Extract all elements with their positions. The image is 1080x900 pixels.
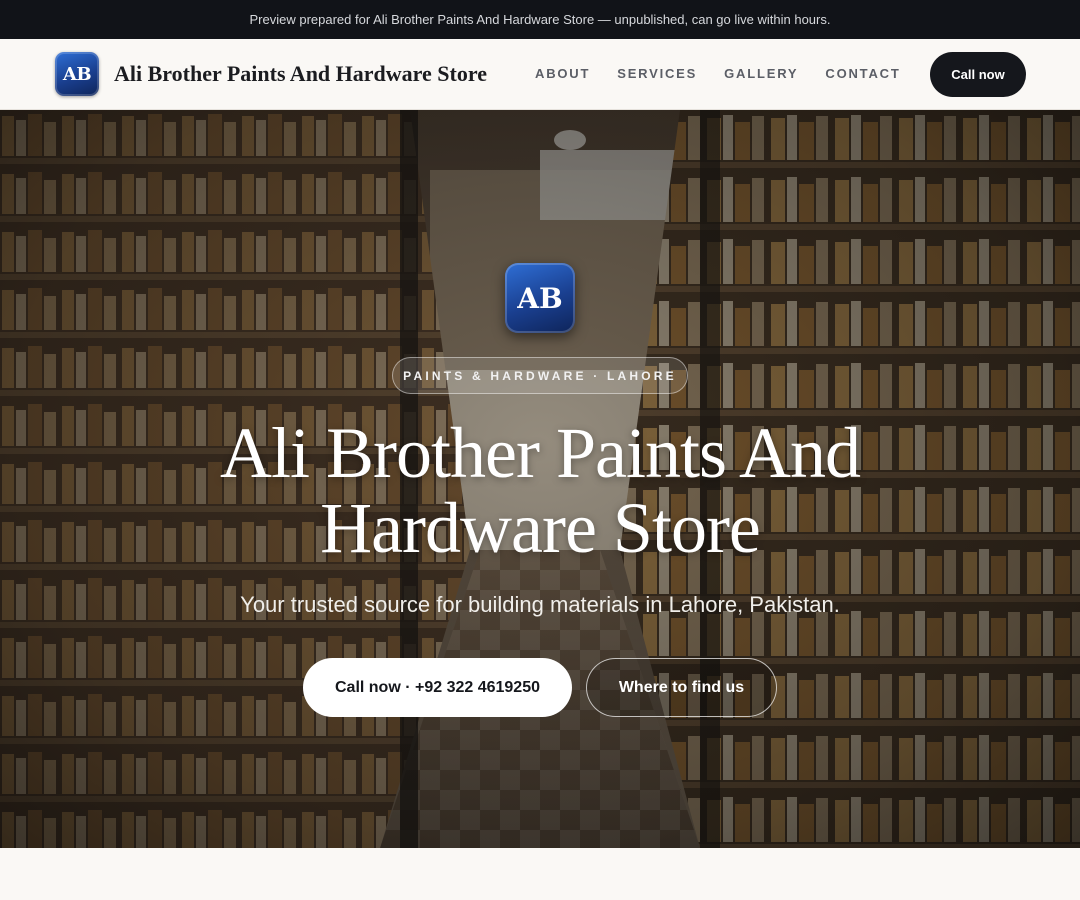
hero-call-now-button[interactable]: Call now · +92 322 4619250 xyxy=(303,658,572,717)
hero-logo-initials: AB xyxy=(517,281,563,315)
brand-name[interactable]: Ali Brother Paints And Hardware Store xyxy=(114,60,487,88)
hero-where-to-find-us-button[interactable]: Where to find us xyxy=(586,658,777,717)
nav-link-services[interactable]: SERVICES xyxy=(617,65,697,83)
site-header: AB Ali Brother Paints And Hardware Store… xyxy=(0,39,1080,110)
preview-banner: Preview prepared for Ali Brother Paints … xyxy=(0,0,1080,39)
nav-link-contact[interactable]: CONTACT xyxy=(825,65,900,83)
below-fold-section xyxy=(0,848,1080,900)
hero-logo: AB xyxy=(505,263,575,333)
main-nav: ABOUT SERVICES GALLERY CONTACT xyxy=(535,65,928,83)
hero-section: AB PAINTS & HARDWARE · LAHORE Ali Brothe… xyxy=(0,110,1080,848)
hero-tagline-pill: PAINTS & HARDWARE · LAHORE xyxy=(392,357,688,394)
header-call-now-button[interactable]: Call now xyxy=(930,52,1026,97)
nav-link-about[interactable]: ABOUT xyxy=(535,65,590,83)
nav-link-gallery[interactable]: GALLERY xyxy=(724,65,798,83)
hero-subtitle: Your trusted source for building materia… xyxy=(240,592,840,617)
preview-banner-text: Preview prepared for Ali Brother Paints … xyxy=(249,12,831,27)
brand-logo[interactable]: AB xyxy=(55,52,99,96)
hero-title: Ali Brother Paints And Hardware Store xyxy=(220,413,861,568)
brand-logo-initials: AB xyxy=(62,63,92,85)
